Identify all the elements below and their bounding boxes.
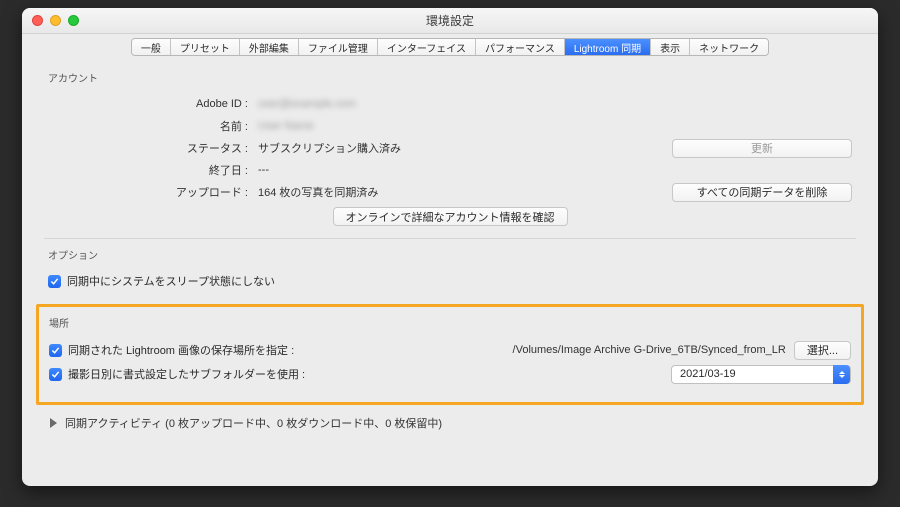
tab-6[interactable]: Lightroom 同期	[565, 39, 651, 55]
row-adobe-id: Adobe ID : user@example.com	[48, 93, 852, 115]
tab-2[interactable]: 外部編集	[240, 39, 299, 55]
tabs-row: 一般プリセット外部編集ファイル管理インターフェイスパフォーマンスLightroo…	[22, 34, 878, 60]
chevron-updown-icon	[833, 365, 850, 384]
sync-activity-row[interactable]: 同期アクティビティ (0 枚アップロード中、0 枚ダウンロード中、0 枚保留中)	[48, 415, 852, 431]
value-end-date: ---	[258, 164, 269, 176]
account-section-title: アカウント	[48, 70, 852, 85]
label-status: ステータス :	[48, 140, 248, 156]
subfolder-format-value: 2021/03-19	[680, 368, 736, 380]
online-account-info-button[interactable]: オンラインで詳細なアカウント情報を確認	[333, 207, 568, 226]
update-button[interactable]: 更新	[672, 139, 852, 158]
sync-activity-label: 同期アクティビティ (0 枚アップロード中、0 枚ダウンロード中、0 枚保留中)	[65, 415, 442, 431]
tab-0[interactable]: 一般	[132, 39, 171, 55]
checkbox-icon[interactable]	[49, 368, 62, 381]
tab-3[interactable]: ファイル管理	[299, 39, 378, 55]
options-section: オプション 同期中にシステムをスリープ状態にしない	[48, 247, 852, 292]
titlebar: 環境設定	[22, 8, 878, 34]
tab-group: 一般プリセット外部編集ファイル管理インターフェイスパフォーマンスLightroo…	[131, 38, 769, 56]
label-upload: アップロード :	[48, 184, 248, 200]
choose-button[interactable]: 選択...	[794, 341, 851, 360]
value-status: サブスクリプション購入済み	[258, 140, 401, 156]
tab-8[interactable]: ネットワーク	[690, 39, 768, 55]
account-section: アカウント Adobe ID : user@example.com 名前 : U…	[48, 70, 852, 226]
location-section-highlight: 場所 同期された Lightroom 画像の保存場所を指定 : /Volumes…	[36, 304, 864, 405]
delete-all-sync-button[interactable]: すべての同期データを削除	[672, 183, 852, 202]
options-section-title: オプション	[48, 247, 852, 262]
row-end-date: 終了日 : ---	[48, 159, 852, 181]
subfolder-label: 撮影日別に書式設定したサブフォルダーを使用 :	[68, 366, 305, 382]
checkbox-icon[interactable]	[48, 275, 61, 288]
window-title: 環境設定	[22, 12, 878, 29]
tab-1[interactable]: プリセット	[171, 39, 240, 55]
row-upload: アップロード : 164 枚の写真を同期済み すべての同期データを削除	[48, 181, 852, 203]
row-status: ステータス : サブスクリプション購入済み 更新	[48, 137, 852, 159]
prevent-sleep-row[interactable]: 同期中にシステムをスリープ状態にしない	[48, 270, 852, 292]
specify-location-row: 同期された Lightroom 画像の保存場所を指定 : /Volumes/Im…	[49, 338, 851, 362]
tab-7[interactable]: 表示	[651, 39, 690, 55]
subfolder-format-select[interactable]: 2021/03-19	[671, 365, 851, 384]
subfolder-row: 撮影日別に書式設定したサブフォルダーを使用 : 2021/03-19	[49, 362, 851, 386]
label-name: 名前 :	[48, 118, 248, 134]
preferences-window: 環境設定 一般プリセット外部編集ファイル管理インターフェイスパフォーマンスLig…	[22, 8, 878, 486]
label-end-date: 終了日 :	[48, 162, 248, 178]
tab-5[interactable]: パフォーマンス	[476, 39, 565, 55]
content: アカウント Adobe ID : user@example.com 名前 : U…	[22, 60, 878, 486]
value-name: User Name	[258, 120, 314, 132]
value-upload: 164 枚の写真を同期済み	[258, 184, 378, 200]
disclosure-triangle-icon[interactable]	[50, 418, 57, 428]
tab-4[interactable]: インターフェイス	[378, 39, 476, 55]
location-path: /Volumes/Image Archive G-Drive_6TB/Synce…	[513, 344, 786, 356]
checkbox-icon[interactable]	[49, 344, 62, 357]
label-adobe-id: Adobe ID :	[48, 98, 248, 110]
row-name: 名前 : User Name	[48, 115, 852, 137]
prevent-sleep-label: 同期中にシステムをスリープ状態にしない	[67, 273, 275, 289]
divider	[44, 238, 856, 239]
specify-location-label: 同期された Lightroom 画像の保存場所を指定 :	[68, 342, 294, 358]
value-adobe-id: user@example.com	[258, 98, 356, 110]
location-section-title: 場所	[49, 315, 851, 330]
